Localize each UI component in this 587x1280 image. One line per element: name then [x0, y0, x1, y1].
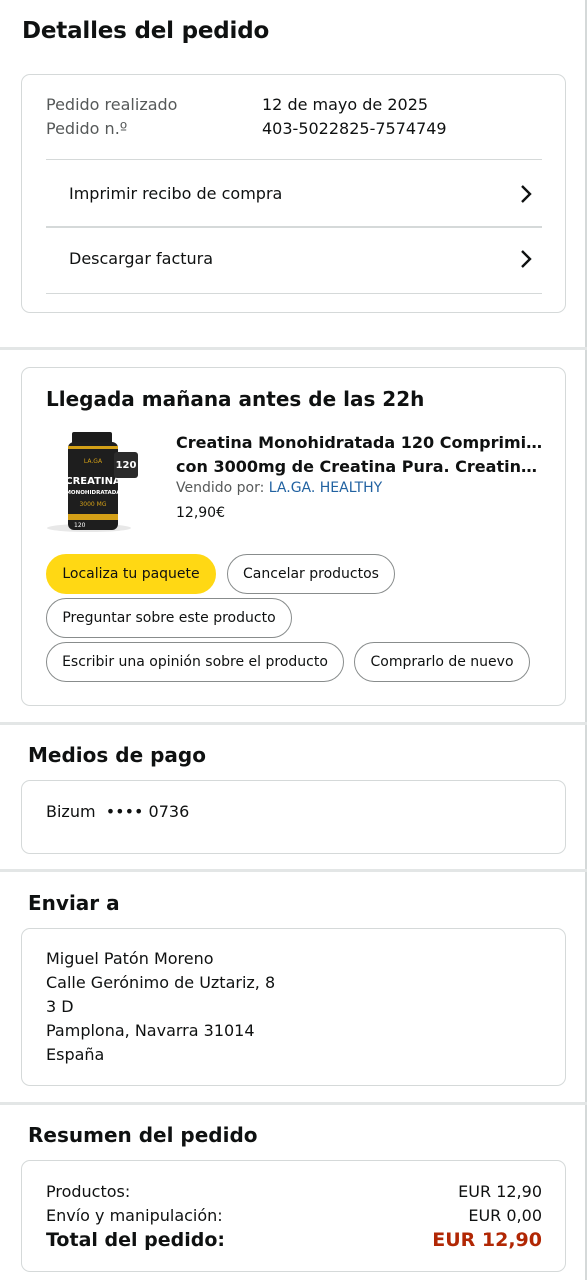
order-number-value: 403-5022825-7574749 [262, 119, 447, 138]
product-title-line2: con 3000mg de Creatina Pura. Creatina p.… [176, 457, 544, 476]
summary-total-row: Total del pedido: EUR 12,90 [46, 1229, 542, 1251]
section-separator [0, 1102, 587, 1105]
address-name: Miguel Patón Moreno [46, 949, 214, 968]
svg-text:120: 120 [74, 522, 86, 529]
download-invoice-label: Descargar factura [69, 249, 214, 268]
svg-text:120: 120 [116, 460, 137, 471]
payment-card: Bizum •••• 0736 [21, 780, 566, 854]
ask-product-question-button[interactable]: Preguntar sobre este producto [46, 598, 292, 638]
section-separator [0, 347, 587, 350]
summary-shipping-value: EUR 0,00 [468, 1206, 542, 1225]
section-separator [0, 869, 587, 872]
payment-section-title: Medios de pago [28, 743, 206, 767]
address-street: Calle Gerónimo de Uztariz, 8 [46, 973, 276, 992]
product-image[interactable]: LA.GA CREATINA MONOHIDRATADA 3000 MG 120… [44, 430, 150, 534]
product-title-line1: Creatina Monohidratada 120 Comprimidos [176, 433, 544, 452]
summary-total-value: EUR 12,90 [432, 1229, 542, 1251]
print-receipt-link[interactable]: Imprimir recibo de compra [46, 160, 542, 227]
summary-products-row: Productos: EUR 12,90 [46, 1182, 542, 1201]
page-title: Detalles del pedido [22, 18, 270, 44]
svg-text:LA.GA: LA.GA [84, 458, 103, 465]
order-number-row: Pedido n.º 403-5022825-7574749 [46, 118, 447, 140]
sold-by-label: Vendido por: [176, 480, 269, 496]
summary-shipping-label: Envío y manipulación: [46, 1206, 223, 1225]
order-date-value: 12 de mayo de 2025 [262, 95, 429, 114]
order-info-card: Pedido realizado 12 de mayo de 2025 Pedid… [21, 74, 566, 313]
address-city: Pamplona, Navarra 31014 [46, 1021, 255, 1040]
payment-masked-number: •••• 0736 [105, 802, 190, 821]
delivery-estimate: Llegada mañana antes de las 22h [46, 387, 425, 411]
shipping-section-title: Enviar a [28, 891, 120, 915]
download-invoice-link[interactable]: Descargar factura [46, 225, 542, 292]
payment-method-name: Bizum [46, 802, 96, 821]
buy-again-button[interactable]: Comprarlo de nuevo [354, 642, 530, 682]
order-summary-card: Productos: EUR 12,90 Envío y manipulació… [21, 1160, 566, 1272]
summary-section-title: Resumen del pedido [28, 1123, 258, 1147]
print-receipt-label: Imprimir recibo de compra [69, 184, 283, 203]
chevron-right-icon [521, 249, 532, 268]
summary-total-label: Total del pedido: [46, 1229, 225, 1251]
summary-products-label: Productos: [46, 1182, 131, 1201]
summary-products-value: EUR 12,90 [458, 1182, 542, 1201]
sold-by: Vendido por: LA.GA. HEALTHY [176, 480, 382, 496]
order-number-label: Pedido n.º [46, 119, 128, 138]
address-country: España [46, 1045, 105, 1064]
seller-link[interactable]: LA.GA. HEALTHY [269, 480, 382, 496]
write-review-button[interactable]: Escribir una opinión sobre el producto [46, 642, 344, 682]
payment-method: Bizum •••• 0736 [46, 800, 189, 824]
product-title-link[interactable]: Creatina Monohidratada 120 Comprimidos c… [176, 431, 544, 479]
cancel-items-button[interactable]: Cancelar productos [227, 554, 395, 594]
shipping-address: Miguel Patón Moreno Calle Gerónimo de Uz… [46, 947, 275, 1067]
address-floor: 3 D [46, 997, 74, 1016]
order-date-row: Pedido realizado 12 de mayo de 2025 [46, 94, 428, 116]
svg-text:3000 MG: 3000 MG [79, 501, 106, 508]
divider [46, 293, 542, 294]
shipment-card: Llegada mañana antes de las 22h LA.GA CR… [21, 367, 566, 706]
chevron-right-icon [521, 184, 532, 203]
summary-shipping-row: Envío y manipulación: EUR 0,00 [46, 1206, 542, 1225]
track-package-button[interactable]: Localiza tu paquete [46, 554, 216, 594]
svg-text:CREATINA: CREATINA [65, 476, 121, 487]
svg-text:MONOHIDRATADA: MONOHIDRATADA [65, 490, 121, 496]
section-separator [0, 722, 587, 725]
order-date-label: Pedido realizado [46, 95, 178, 114]
product-price: 12,90€ [176, 505, 225, 521]
shipping-address-card: Miguel Patón Moreno Calle Gerónimo de Uz… [21, 928, 566, 1086]
